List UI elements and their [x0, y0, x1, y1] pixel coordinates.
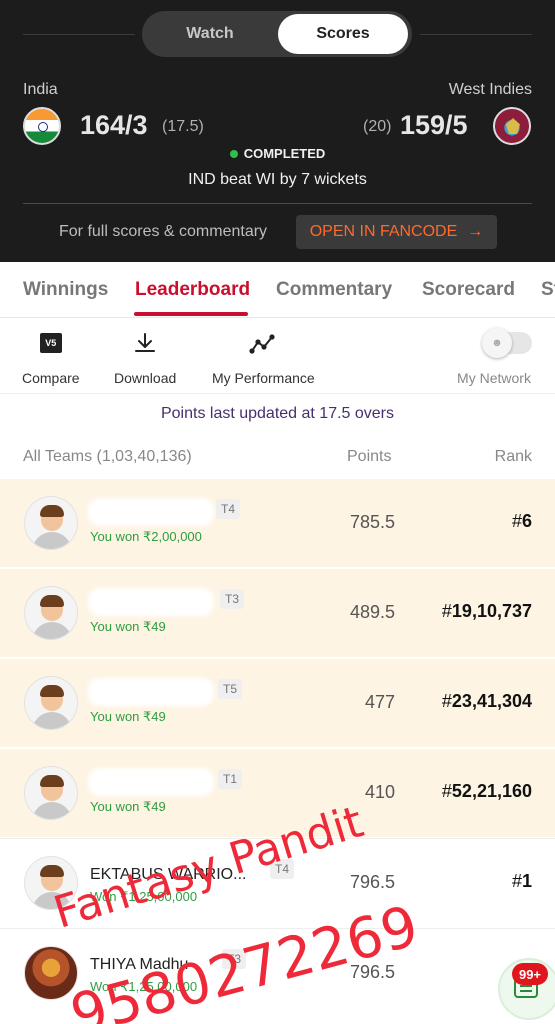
tab-stats[interactable]: St — [541, 279, 555, 301]
performance-chart-icon — [249, 330, 277, 356]
redaction — [88, 498, 214, 526]
west-indies-flag-icon — [493, 107, 531, 145]
divider — [420, 34, 532, 35]
rank-value: #52,21,160 — [441, 781, 532, 801]
rank-value: #23,41,304 — [441, 691, 532, 711]
points-column-header: Points — [347, 448, 392, 465]
table-row[interactable]: T3 You won ₹49 489.5 #19,10,737 — [0, 569, 555, 657]
winnings-text: You won ₹2,00,000 — [90, 529, 202, 544]
tab-scorecard[interactable]: Scorecard — [422, 279, 515, 301]
team1-score: 164/3 — [80, 110, 148, 140]
active-tab-indicator — [134, 312, 248, 316]
network-switch[interactable]: ☻ — [482, 328, 532, 358]
download-button[interactable]: Download — [114, 330, 176, 386]
winnings-text: You won ₹49 — [90, 799, 166, 814]
table-row[interactable]: T4 You won ₹2,00,000 785.5 #6 — [0, 479, 555, 567]
my-network-label: My Network — [457, 370, 531, 386]
divider — [23, 34, 135, 35]
points-value: 785.5 — [349, 512, 395, 532]
tab-winnings[interactable]: Winnings — [23, 279, 108, 301]
redaction — [88, 678, 214, 706]
avatar — [24, 676, 78, 730]
tab-bar: Winnings Leaderboard Commentary Scorecar… — [0, 262, 555, 318]
team-tag: T1 — [218, 769, 243, 789]
avatar — [24, 766, 78, 820]
team-tag: T5 — [218, 679, 243, 699]
watch-scores-toggle[interactable]: Watch Scores — [142, 11, 412, 57]
status-label: COMPLETED — [243, 146, 326, 161]
rank-value: #19,10,737 — [441, 601, 532, 621]
users-icon: ☻ — [482, 328, 512, 358]
my-performance-label: My Performance — [212, 370, 315, 386]
points-value: 796.5 — [349, 872, 395, 892]
leaderboard-actions: V5 Compare Download My Performance ☻ My … — [0, 318, 555, 394]
avatar — [24, 496, 78, 550]
team-tag: T3 — [220, 589, 245, 609]
team2-score: 159/5 — [400, 110, 468, 140]
rank-column-header: Rank — [494, 448, 532, 465]
scores-toggle-option[interactable]: Scores — [278, 14, 408, 54]
watch-toggle-option[interactable]: Watch — [146, 14, 274, 54]
divider — [23, 203, 532, 204]
avatar — [24, 586, 78, 640]
team1-name: India — [23, 81, 58, 98]
match-result: IND beat WI by 7 wickets — [188, 171, 367, 188]
team2-name: West Indies — [448, 81, 532, 98]
team-tag: T4 — [216, 499, 241, 519]
winnings-text: You won ₹49 — [90, 709, 166, 724]
download-label: Download — [114, 370, 177, 386]
compare-label: Compare — [22, 370, 80, 386]
download-icon — [133, 330, 157, 356]
tab-commentary[interactable]: Commentary — [276, 279, 392, 301]
rank-value: #6 — [511, 511, 532, 531]
open-in-fancode-button[interactable]: OPEN IN FANCODE → — [296, 215, 497, 249]
points-value: 489.5 — [349, 602, 395, 622]
arrow-right-icon: → — [467, 223, 484, 240]
my-network-toggle[interactable]: ☻ My Network — [456, 328, 532, 386]
team1-overs: (17.5) — [162, 118, 204, 135]
fancode-button-label: OPEN IN FANCODE — [309, 223, 458, 240]
match-status: COMPLETED — [0, 146, 555, 161]
all-teams-label: All Teams (1,03,40,136) — [23, 448, 192, 465]
table-row[interactable]: T5 You won ₹49 477 #23,41,304 — [0, 659, 555, 747]
status-dot-icon — [229, 149, 238, 158]
chat-badge: 99+ — [512, 963, 548, 985]
redaction — [88, 588, 214, 616]
tab-leaderboard[interactable]: Leaderboard — [135, 279, 250, 301]
my-performance-button[interactable]: My Performance — [212, 330, 315, 386]
vs-icon: V5 — [39, 333, 62, 353]
redaction — [88, 768, 214, 796]
full-scores-text: For full scores & commentary — [59, 223, 268, 240]
india-flag-icon — [23, 107, 61, 145]
compare-button[interactable]: V5 Compare — [22, 330, 80, 386]
match-header: Watch Scores India West Indies 164/3 (17… — [0, 0, 555, 262]
team2-overs: (20) — [363, 118, 392, 135]
points-value: 477 — [364, 692, 395, 712]
rank-value: #1 — [511, 871, 532, 891]
points-updated-text: Points last updated at 17.5 overs — [160, 405, 395, 422]
winnings-text: You won ₹49 — [90, 619, 166, 634]
